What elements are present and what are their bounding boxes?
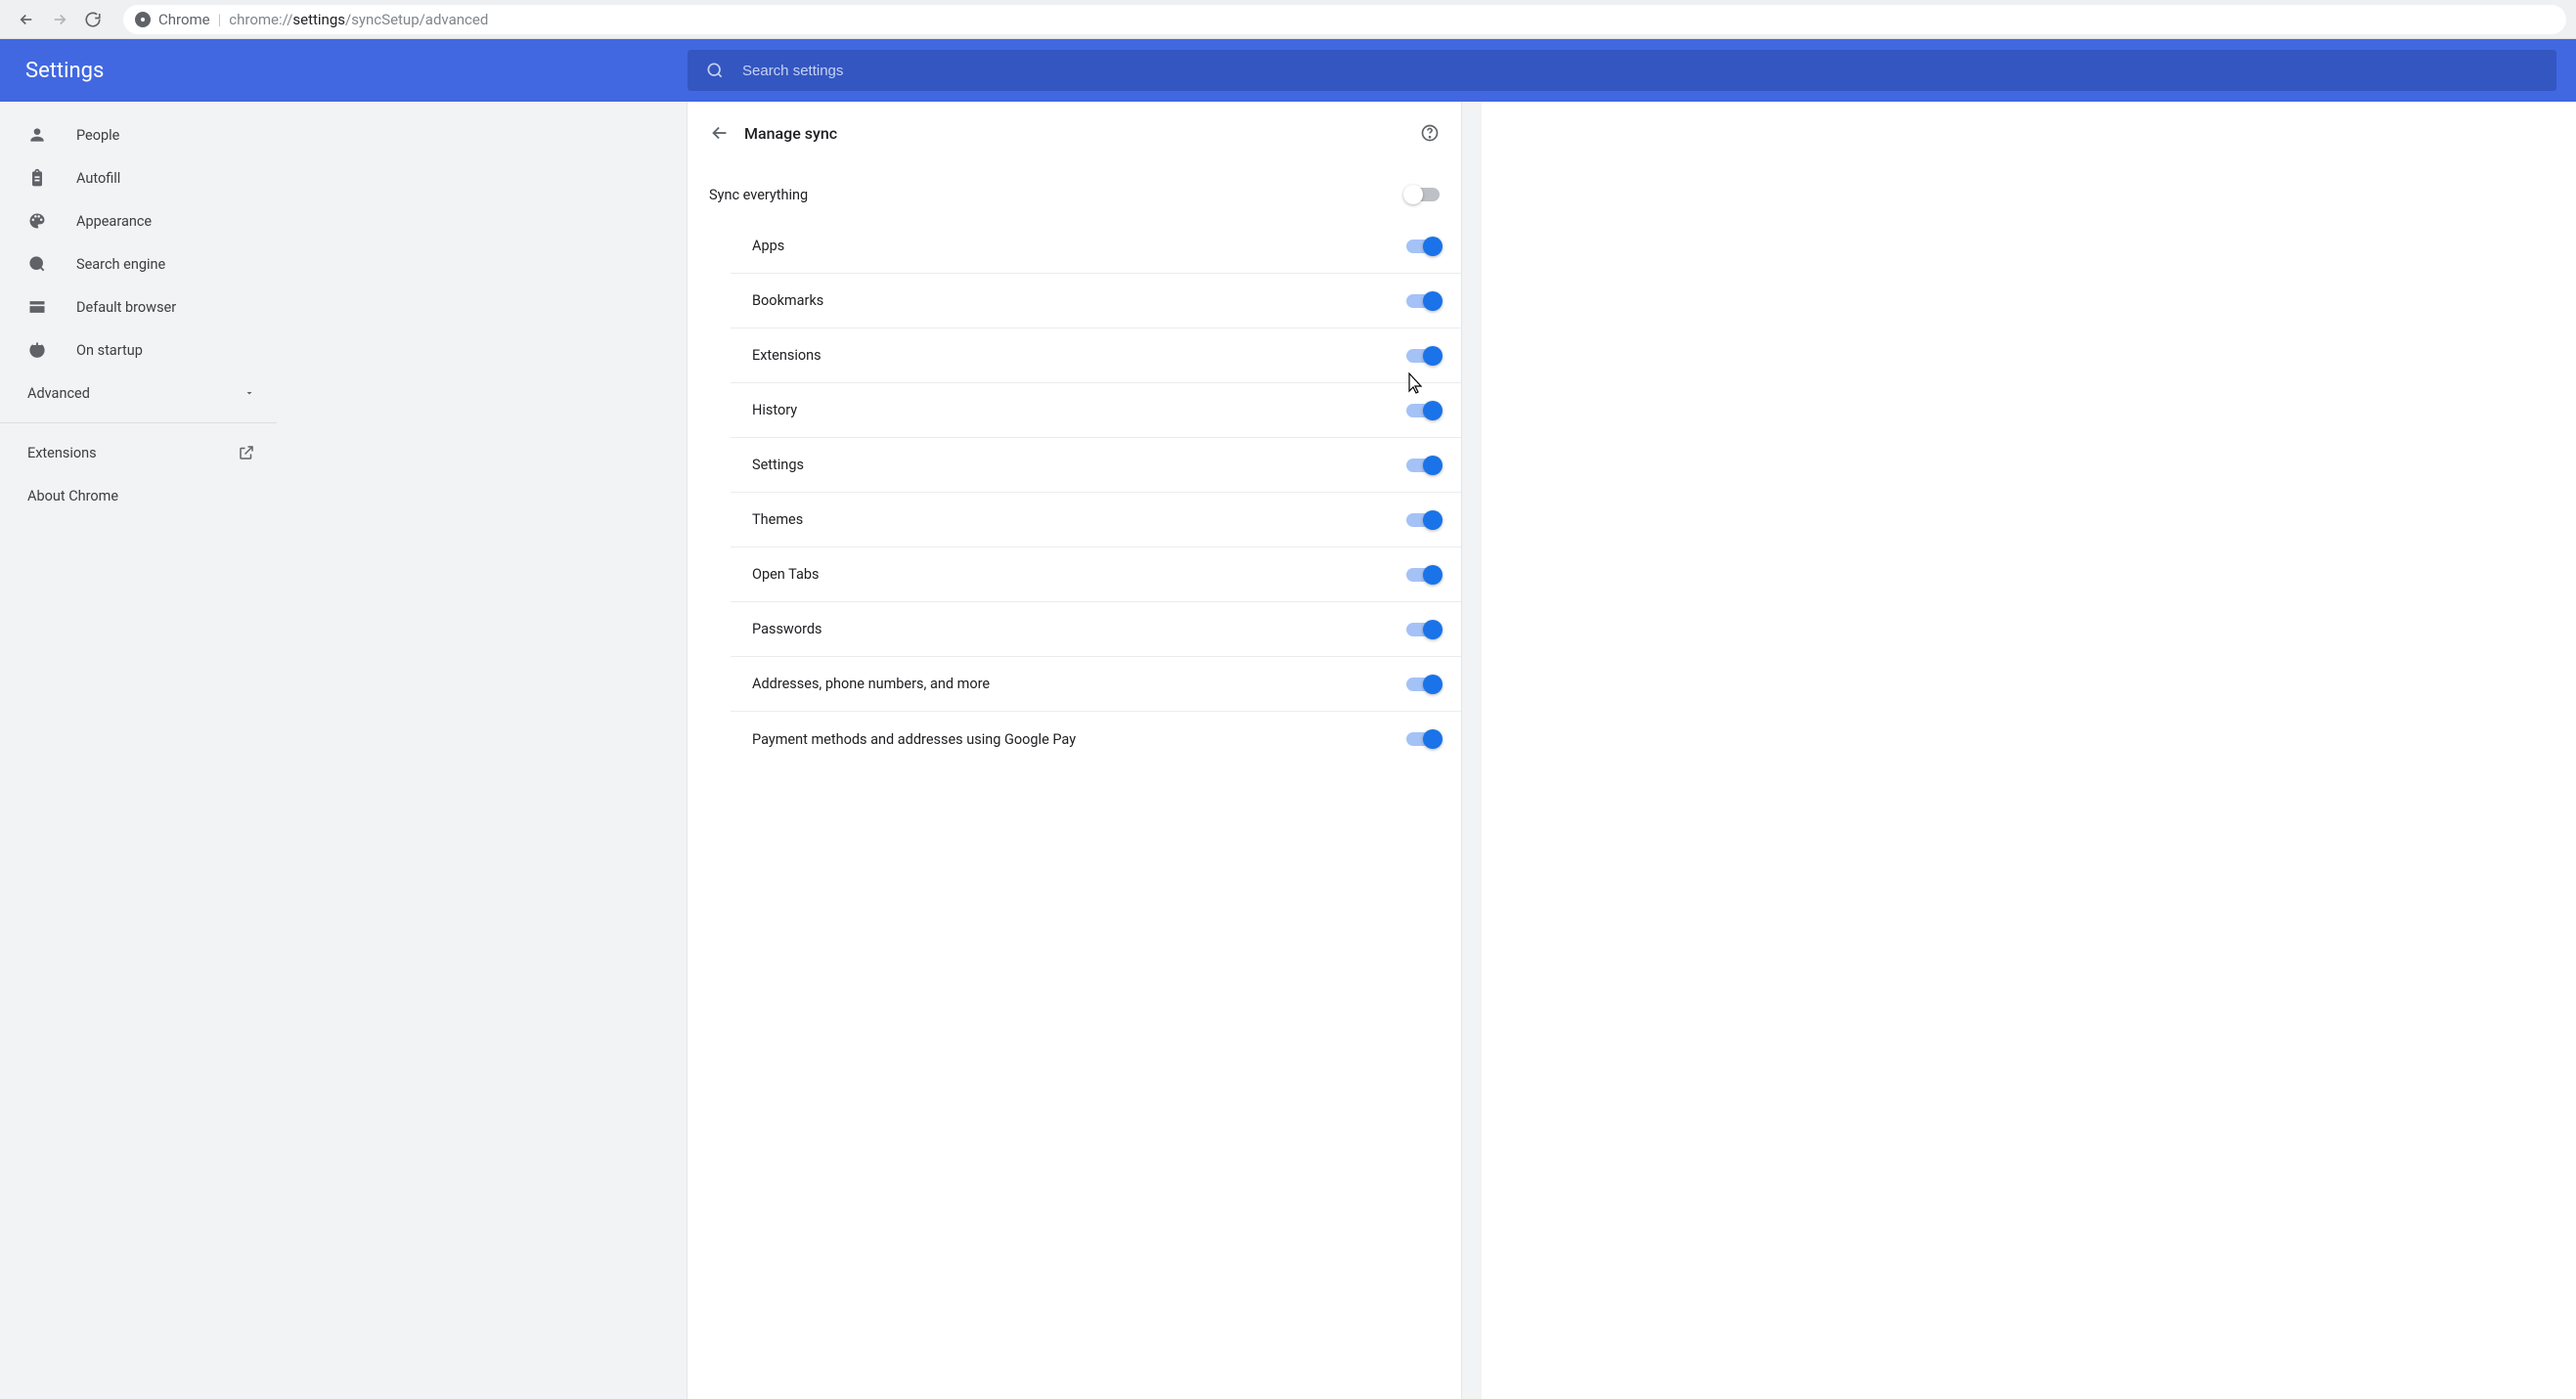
sidebar-advanced[interactable]: Advanced <box>0 372 277 415</box>
sync-everything-row: Sync everything <box>688 164 1461 219</box>
sidebar-item-label: Search engine <box>76 256 165 273</box>
layout: People Autofill Appearance Search engine Def… <box>0 102 2576 1399</box>
sync-item-label: Bookmarks <box>752 292 823 309</box>
arrow-right-icon <box>51 11 68 28</box>
sync-row-payment-methods-and-addresses-using-google-pay: Payment methods and addresses using Goog… <box>731 712 1461 766</box>
sync-toggle-passwords[interactable] <box>1406 623 1440 636</box>
page-title: Manage sync <box>744 124 837 143</box>
sync-item-label: Open Tabs <box>752 566 820 583</box>
reload-icon <box>84 11 102 28</box>
sync-toggle-settings[interactable] <box>1406 459 1440 472</box>
sidebar-item-people[interactable]: People <box>0 113 277 156</box>
url-text: chrome://settings/syncSetup/advanced <box>229 11 488 28</box>
sync-row-open-tabs: Open Tabs <box>731 547 1461 602</box>
sidebar-item-search-engine[interactable]: Search engine <box>0 242 277 285</box>
sidebar-footer-about-chrome[interactable]: About Chrome <box>0 474 277 517</box>
sync-toggle-payment-methods-and-addresses-using-google-pay[interactable] <box>1406 732 1440 746</box>
sidebar-separator <box>0 422 277 423</box>
app-title: Settings <box>0 59 688 83</box>
sync-row-addresses-phone-numbers-and-more: Addresses, phone numbers, and more <box>731 657 1461 712</box>
power-icon <box>27 340 51 360</box>
sync-item-label: Passwords <box>752 621 822 637</box>
help-button[interactable] <box>1420 123 1440 143</box>
separator: | <box>218 11 222 28</box>
sync-row-history: History <box>731 383 1461 438</box>
sync-item-label: Themes <box>752 511 803 528</box>
address-bar[interactable]: Chrome | chrome://settings/syncSetup/adv… <box>123 5 2566 34</box>
search-input[interactable] <box>742 63 2539 79</box>
sync-row-extensions: Extensions <box>731 328 1461 383</box>
sync-row-settings: Settings <box>731 438 1461 493</box>
sync-toggle-themes[interactable] <box>1406 513 1440 527</box>
sync-toggle-bookmarks[interactable] <box>1406 294 1440 308</box>
sync-toggle-addresses-phone-numbers-and-more[interactable] <box>1406 678 1440 691</box>
sidebar-footer-label: About Chrome <box>27 488 118 504</box>
clipboard-icon <box>27 168 51 188</box>
reload-button[interactable] <box>76 3 110 36</box>
sidebar: People Autofill Appearance Search engine Def… <box>0 102 277 1399</box>
sidebar-footer-label: Extensions <box>27 445 97 461</box>
sync-item-label: Payment methods and addresses using Goog… <box>752 731 1076 748</box>
sidebar-item-label: Advanced <box>27 385 90 402</box>
forward-button[interactable] <box>43 3 76 36</box>
chevron-down-icon <box>244 387 255 399</box>
sync-everything-toggle[interactable] <box>1406 188 1440 201</box>
external-icon <box>238 444 255 461</box>
sidebar-item-appearance[interactable]: Appearance <box>0 199 277 242</box>
sync-item-label: Settings <box>752 457 804 473</box>
origin-label: Chrome <box>158 11 210 28</box>
sync-toggle-apps[interactable] <box>1406 240 1440 253</box>
browser-icon <box>27 297 51 317</box>
sidebar-item-label: On startup <box>76 342 143 359</box>
arrow-left-icon <box>18 11 35 28</box>
sync-item-label: History <box>752 402 797 418</box>
back-button[interactable] <box>10 3 43 36</box>
settings-search[interactable] <box>688 50 2556 91</box>
person-icon <box>27 125 51 145</box>
sync-everything-label: Sync everything <box>709 187 808 203</box>
main-panel: Manage sync Sync everything Apps Bookmark… <box>688 102 1462 1399</box>
app-header: Settings <box>0 39 2576 102</box>
sync-item-label: Apps <box>752 238 784 254</box>
sync-row-apps: Apps <box>731 219 1461 274</box>
sidebar-item-label: People <box>76 127 119 144</box>
right-gutter <box>1462 102 1482 1399</box>
sync-toggle-history[interactable] <box>1406 404 1440 417</box>
arrow-left-icon <box>709 122 731 144</box>
sidebar-item-label: Autofill <box>76 170 120 187</box>
browser-toolbar: Chrome | chrome://settings/syncSetup/adv… <box>0 0 2576 39</box>
help-icon <box>1420 123 1440 143</box>
sync-row-bookmarks: Bookmarks <box>731 274 1461 328</box>
chrome-icon <box>135 12 151 27</box>
sync-item-label: Extensions <box>752 347 822 364</box>
sync-row-themes: Themes <box>731 493 1461 547</box>
search-icon <box>705 61 725 80</box>
sync-items-list: Apps Bookmarks Extensions History Settings Th… <box>688 219 1461 766</box>
sync-toggle-extensions[interactable] <box>1406 349 1440 363</box>
sidebar-item-on-startup[interactable]: On startup <box>0 328 277 372</box>
sidebar-item-label: Default browser <box>76 299 176 316</box>
sync-toggle-open-tabs[interactable] <box>1406 568 1440 582</box>
gap-column <box>277 102 688 1399</box>
page-header: Manage sync <box>688 102 1461 164</box>
sidebar-item-default-browser[interactable]: Default browser <box>0 285 277 328</box>
sync-row-passwords: Passwords <box>731 602 1461 657</box>
sync-item-label: Addresses, phone numbers, and more <box>752 676 990 692</box>
page-back-button[interactable] <box>709 122 744 144</box>
palette-icon <box>27 211 51 231</box>
sidebar-footer-extensions[interactable]: Extensions <box>0 431 277 474</box>
sidebar-item-label: Appearance <box>76 213 152 230</box>
search-icon <box>27 254 51 274</box>
sidebar-item-autofill[interactable]: Autofill <box>0 156 277 199</box>
